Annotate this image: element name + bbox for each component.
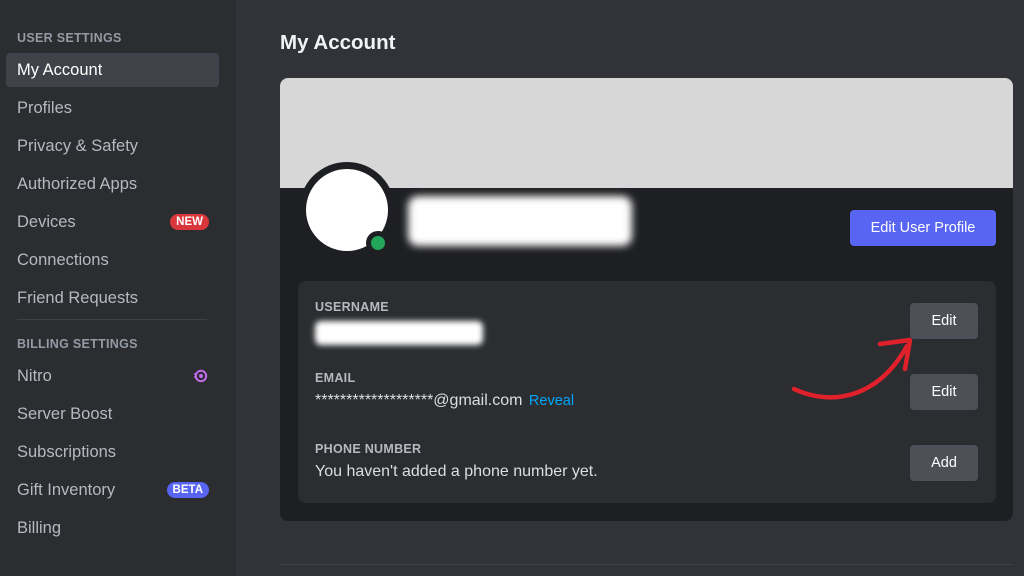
profile-banner [280, 78, 1013, 188]
main-content: My Account Edit User Profile USERNAME Ed… [236, 0, 1024, 576]
new-badge: NEW [170, 214, 209, 230]
account-info-panel: USERNAME Edit EMAIL *******************@… [298, 281, 996, 503]
sidebar-item-label: Gift Inventory [17, 480, 116, 499]
email-field: EMAIL *******************@gmail.com Reve… [315, 370, 875, 410]
add-phone-button[interactable]: Add [910, 445, 978, 481]
sidebar-item-label: Subscriptions [17, 442, 117, 461]
page-title: My Account [280, 31, 396, 54]
sidebar-item-label: Privacy & Safety [17, 136, 139, 155]
display-name-redacted [408, 196, 632, 246]
sidebar-item-label: Nitro [17, 366, 52, 385]
email-label: EMAIL [315, 371, 356, 385]
beta-badge: BETA [166, 482, 209, 498]
sidebar-item-nitro[interactable]: Nitro [6, 359, 219, 393]
online-status-icon [371, 236, 385, 250]
sidebar-item-label: Connections [17, 250, 109, 269]
user-settings-header: USER SETTINGS [17, 31, 122, 45]
username-field: USERNAME [315, 299, 875, 345]
billing-settings-header: BILLING SETTINGS [17, 337, 138, 351]
sidebar-item-label: Authorized Apps [17, 174, 138, 193]
edit-user-profile-button[interactable]: Edit User Profile [850, 210, 996, 246]
settings-sidebar: USER SETTINGS My Account Profiles Privac… [0, 0, 236, 576]
sidebar-item-my-account[interactable]: My Account [6, 53, 219, 87]
edit-username-button[interactable]: Edit [910, 303, 978, 339]
sidebar-item-label: Billing [17, 518, 62, 537]
section-divider [280, 564, 1013, 565]
email-value: *******************@gmail.com [315, 392, 523, 409]
nitro-icon [194, 369, 208, 383]
phone-label: PHONE NUMBER [315, 442, 422, 456]
edit-email-button[interactable]: Edit [910, 374, 978, 410]
sidebar-item-billing[interactable]: Billing [6, 511, 219, 545]
sidebar-item-label: Server Boost [17, 404, 113, 423]
sidebar-item-gift-inventory[interactable]: Gift Inventory BETA [6, 473, 219, 507]
sidebar-item-devices[interactable]: Devices NEW [6, 205, 219, 239]
sidebar-item-authorized-apps[interactable]: Authorized Apps [6, 167, 219, 201]
sidebar-item-profiles[interactable]: Profiles [6, 91, 219, 125]
sidebar-item-label: My Account [17, 60, 103, 79]
sidebar-item-label: Profiles [17, 98, 73, 117]
username-label: USERNAME [315, 300, 389, 314]
sidebar-item-friend-requests[interactable]: Friend Requests [6, 281, 219, 315]
sidebar-item-subscriptions[interactable]: Subscriptions [6, 435, 219, 469]
sidebar-item-label: Friend Requests [17, 288, 139, 307]
reveal-email-link[interactable]: Reveal [529, 393, 574, 409]
account-card: Edit User Profile USERNAME Edit EMAIL **… [280, 78, 1013, 521]
phone-value: You haven't added a phone number yet. [315, 463, 598, 480]
sidebar-item-connections[interactable]: Connections [6, 243, 219, 277]
phone-field: PHONE NUMBER You haven't added a phone n… [315, 441, 875, 481]
sidebar-item-server-boost[interactable]: Server Boost [6, 397, 219, 431]
sidebar-divider [17, 319, 207, 320]
sidebar-item-label: Devices [17, 212, 76, 231]
sidebar-item-privacy-safety[interactable]: Privacy & Safety [6, 129, 219, 163]
username-value-redacted [315, 321, 483, 345]
